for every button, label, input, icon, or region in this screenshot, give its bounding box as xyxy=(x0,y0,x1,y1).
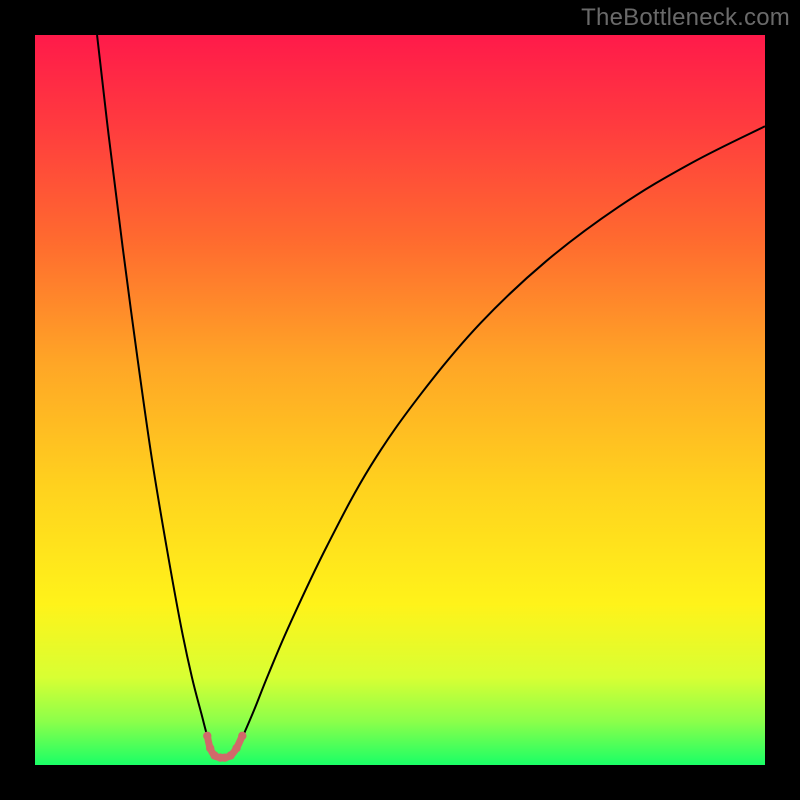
series-valley-marker-dot xyxy=(203,732,211,740)
series-valley-marker-dot xyxy=(206,744,214,752)
plot-svg xyxy=(35,35,765,765)
series-valley-marker-dot xyxy=(226,751,234,759)
series-valley-marker-dot xyxy=(232,744,240,752)
plot-area xyxy=(35,35,765,765)
gradient-background xyxy=(35,35,765,765)
chart-frame: TheBottleneck.com xyxy=(0,0,800,800)
watermark-text: TheBottleneck.com xyxy=(581,4,790,32)
series-valley-marker-dot xyxy=(238,732,246,740)
